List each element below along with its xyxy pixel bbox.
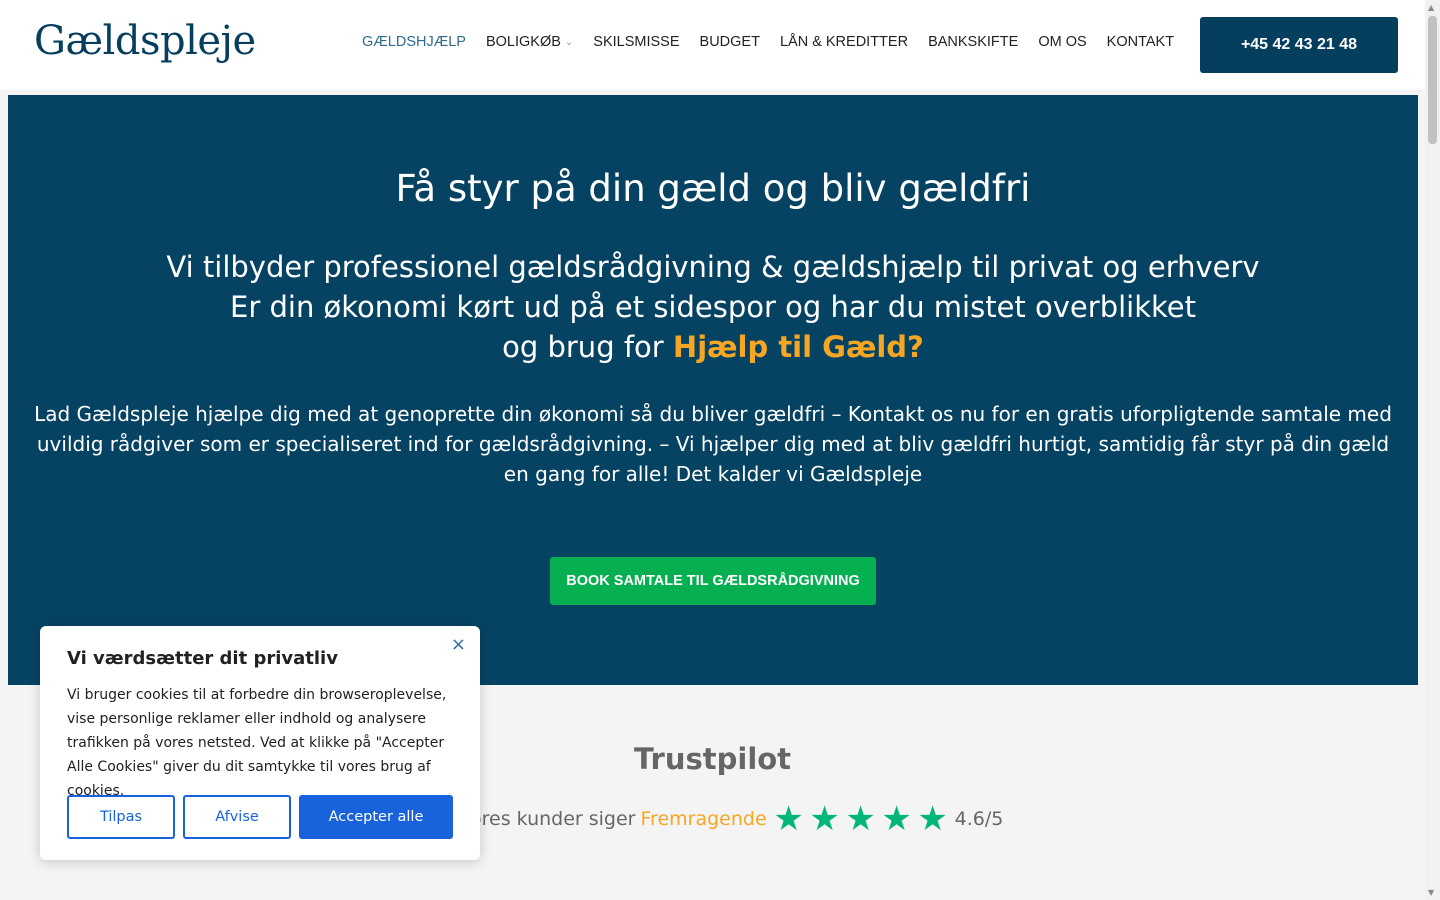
star-icon: ★ bbox=[917, 799, 948, 839]
cookie-accept-all-button[interactable]: Accepter alle bbox=[299, 795, 453, 839]
nav-item-label: SKILSMISSE bbox=[593, 34, 680, 50]
cookie-customize-button[interactable]: Tilpas bbox=[67, 795, 175, 839]
nav-item-label: OM OS bbox=[1038, 34, 1087, 50]
book-consultation-button[interactable]: BOOK SAMTALE TIL GÆLDSRÅDGIVNING bbox=[550, 557, 876, 605]
nav-item-label: BUDGET bbox=[699, 34, 760, 50]
nav-item-budget[interactable]: BUDGET bbox=[690, 34, 770, 50]
star-icon: ★ bbox=[773, 799, 804, 839]
scrollbar-thumb[interactable] bbox=[1428, 16, 1437, 144]
site-logo[interactable]: Gældspleje bbox=[34, 18, 256, 64]
nav-item-label: LÅN & KREDITTER bbox=[779, 34, 909, 50]
star-icon: ★ bbox=[845, 799, 876, 839]
star-icon: ★ bbox=[881, 799, 912, 839]
nav-item-label: BOLIGKØB bbox=[485, 34, 561, 50]
hero-subtitle-line: Er din økonomi kørt ud på et sidespor og… bbox=[230, 290, 1196, 324]
site-header: Gældspleje GÆLDSHJÆLP BOLIGKØB ⌄ SKILSMIS… bbox=[0, 0, 1425, 90]
nav-item-label: KONTAKT bbox=[1106, 34, 1175, 50]
cookie-consent-dialog: × Vi værdsætter dit privatliv Vi bruger … bbox=[40, 626, 480, 860]
cookie-title: Vi værdsætter dit privatliv bbox=[67, 648, 338, 669]
hero-highlight-link[interactable]: Hjælp til Gæld? bbox=[673, 330, 924, 364]
trustpilot-rating[interactable]: ores kunder siger Fremragende ★ ★ ★ ★ ★ … bbox=[470, 802, 1003, 836]
scroll-down-arrow-icon[interactable]: ▼ bbox=[1428, 888, 1434, 897]
main-nav: GÆLDSHJÆLP BOLIGKØB ⌄ SKILSMISSE BUDGET L… bbox=[352, 34, 1184, 50]
nav-item-skilsmisse[interactable]: SKILSMISSE bbox=[583, 34, 689, 50]
close-icon[interactable]: × bbox=[451, 634, 466, 655]
scroll-up-arrow-icon[interactable]: ▲ bbox=[1428, 3, 1434, 12]
hero-subtitle-prefix: og brug for bbox=[502, 330, 673, 364]
cookie-reject-button[interactable]: Afvise bbox=[183, 795, 291, 839]
hero-title: Få styr på din gæld og bliv gældfri bbox=[395, 167, 1031, 210]
nav-item-boligkoeb[interactable]: BOLIGKØB ⌄ bbox=[476, 34, 583, 50]
trustpilot-rating-word: Fremragende bbox=[640, 808, 767, 830]
nav-item-laan-kreditter[interactable]: LÅN & KREDITTER bbox=[770, 34, 918, 50]
chevron-down-icon: ⌄ bbox=[564, 36, 574, 48]
nav-item-label: GÆLDSHJÆLP bbox=[362, 34, 466, 50]
hero-subtitle-line: Vi tilbyder professionel gældsrådgivning… bbox=[166, 250, 1260, 284]
page-scrollbar[interactable]: ▲ ▼ bbox=[1425, 0, 1440, 900]
hero-description: Lad Gældspleje hjælpe dig med at genopre… bbox=[34, 402, 1392, 486]
trustpilot-score: 4.6/5 bbox=[954, 808, 1004, 830]
nav-item-om-os[interactable]: OM OS bbox=[1028, 34, 1096, 50]
star-icon: ★ bbox=[809, 799, 840, 839]
trustpilot-stars: ★ ★ ★ ★ ★ bbox=[771, 802, 951, 836]
nav-item-bankskifte[interactable]: BANKSKIFTE bbox=[918, 34, 1028, 50]
nav-item-gaeldshjaelp[interactable]: GÆLDSHJÆLP bbox=[352, 34, 476, 50]
hero-subtitle-line: og brug for Hjælp til Gæld? bbox=[8, 327, 1418, 367]
nav-item-kontakt[interactable]: KONTAKT bbox=[1097, 34, 1184, 50]
trustpilot-lead-text: ores kunder siger bbox=[470, 808, 636, 830]
hero-subtitle: Vi tilbyder professionel gældsrådgivning… bbox=[8, 247, 1418, 367]
cookie-description: Vi bruger cookies til at forbedre din br… bbox=[67, 687, 447, 799]
nav-item-label: BANKSKIFTE bbox=[928, 34, 1019, 50]
phone-button[interactable]: +45 42 43 21 48 bbox=[1200, 17, 1398, 73]
hero-section: Få styr på din gæld og bliv gældfri Vi t… bbox=[8, 95, 1418, 685]
